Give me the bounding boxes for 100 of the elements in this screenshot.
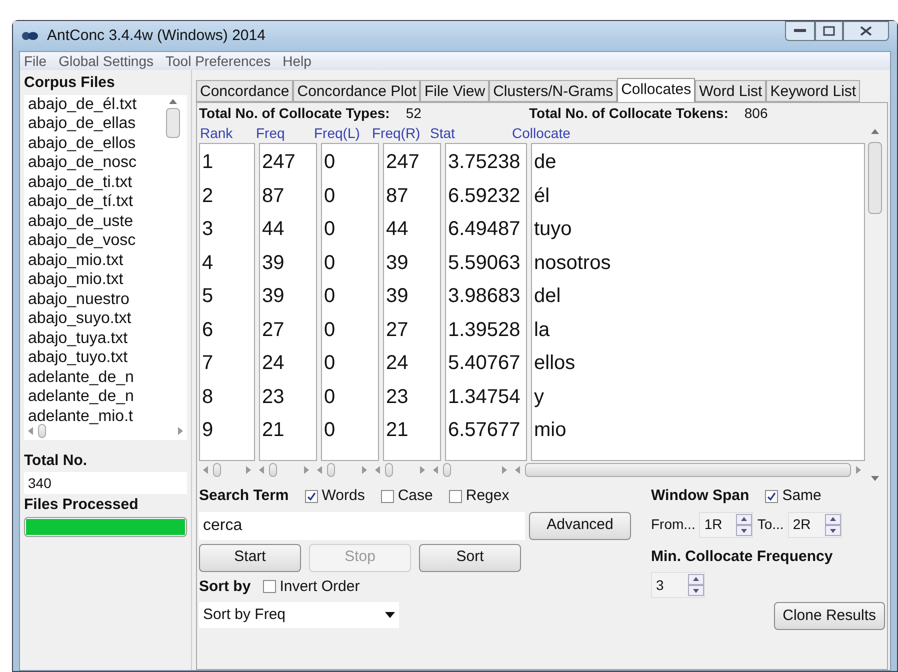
menu-item[interactable]: Tool Preferences <box>166 50 271 72</box>
corpus-file-name[interactable]: abajo_de_ellas <box>24 114 164 134</box>
column-header[interactable]: Freq(R) <box>371 122 429 144</box>
scroll-thumb[interactable] <box>213 463 221 477</box>
corpus-file-name[interactable]: adelante_de_n <box>24 387 164 406</box>
scroll-thumb[interactable] <box>385 463 393 477</box>
sort-dropdown[interactable]: Sort by Freq <box>199 602 399 628</box>
scroll-left-icon[interactable] <box>515 466 521 474</box>
close-icon <box>860 26 872 36</box>
table-cell-text: 87 <box>385 184 410 208</box>
table-cell-text: 2 <box>201 184 214 208</box>
spinner-arrows-icon[interactable] <box>824 514 841 536</box>
corpus-file-name[interactable]: abajo_mio.txt <box>24 250 164 270</box>
scroll-up-icon[interactable] <box>169 98 177 104</box>
advanced-button[interactable]: Advanced <box>529 512 631 540</box>
checkbox[interactable] <box>765 490 778 503</box>
checkbox[interactable] <box>448 490 462 503</box>
scroll-left-icon[interactable] <box>28 426 34 434</box>
scroll-right-icon[interactable] <box>245 466 251 474</box>
column-header[interactable]: Stat <box>429 122 511 144</box>
table-cell-text: 23 <box>385 384 410 410</box>
scroll-left-icon[interactable] <box>317 466 323 474</box>
tab[interactable]: Concordance Plot <box>293 80 420 102</box>
corpus-file-name[interactable]: abajo_tuya.txt <box>24 328 164 348</box>
tab[interactable]: Collocates <box>617 78 696 102</box>
column-header[interactable]: Freq <box>255 122 313 144</box>
minimize-button[interactable] <box>785 21 815 41</box>
menu-item[interactable]: File <box>24 50 47 72</box>
checkbox-option[interactable]: Words <box>304 485 365 508</box>
summary-label: Total No. of Collocate Types: <box>199 104 390 123</box>
tab[interactable]: Concordance <box>196 80 294 102</box>
scroll-up-icon[interactable] <box>871 129 879 134</box>
corpus-file-name[interactable]: abajo_suyo.txt <box>24 309 164 328</box>
table-cell-text: 21 <box>261 418 286 443</box>
table-cell-text: 6 <box>201 318 214 342</box>
invert-order-option[interactable]: Invert Order <box>262 576 360 598</box>
corpus-file-name[interactable]: abajo_tuyo.txt <box>24 348 164 368</box>
corpus-file-name[interactable]: abajo_nuestro <box>24 290 164 309</box>
tab[interactable]: File View <box>420 80 490 102</box>
corpus-file-name[interactable]: abajo_de_él.txt <box>24 94 164 114</box>
corpus-file-name[interactable]: abajo_de_ellos <box>24 134 164 153</box>
ant-logo-icon <box>21 29 39 43</box>
scroll-right-icon[interactable] <box>419 466 425 474</box>
scroll-right-icon[interactable] <box>361 466 367 474</box>
corpus-file-name[interactable]: abajo_de_nosc <box>24 153 164 172</box>
scroll-right-icon[interactable] <box>501 466 507 474</box>
checkbox[interactable] <box>380 490 394 503</box>
clone-results-button[interactable]: Clone Results <box>774 602 885 630</box>
checkbox[interactable] <box>304 490 318 503</box>
scroll-right-icon[interactable] <box>303 466 309 474</box>
scroll-left-icon[interactable] <box>259 466 265 474</box>
scroll-thumb[interactable] <box>868 142 882 214</box>
spinner-arrows-icon[interactable] <box>688 574 704 596</box>
from-spinner[interactable]: 1R <box>699 512 754 538</box>
scroll-thumb[interactable] <box>38 424 46 438</box>
scroll-thumb[interactable] <box>269 463 277 477</box>
column-header[interactable]: Collocate <box>511 122 865 144</box>
scroll-left-icon[interactable] <box>203 466 209 474</box>
checkbox-option[interactable]: Regex <box>448 485 510 508</box>
scroll-left-icon[interactable] <box>375 466 381 474</box>
scroll-right-icon[interactable] <box>177 426 183 434</box>
table-cell-text: y <box>533 384 545 410</box>
to-spinner[interactable]: 2R <box>788 512 842 538</box>
scroll-thumb[interactable] <box>327 463 335 477</box>
table-cell-text: la <box>533 318 551 342</box>
tab[interactable]: Clusters/N-Grams <box>489 80 618 102</box>
corpus-file-name[interactable]: abajo_de_uste <box>24 212 164 231</box>
action-button[interactable]: Start <box>199 544 301 572</box>
checkbox[interactable] <box>262 580 276 594</box>
corpus-file-name[interactable]: abajo_de_tí.txt <box>24 192 164 212</box>
corpus-file-name[interactable]: adelante_de_n <box>24 368 164 387</box>
corpus-file-name[interactable]: abajo_mio.txt <box>24 270 164 290</box>
scroll-down-icon[interactable] <box>871 476 879 481</box>
spinner-arrows-icon[interactable] <box>736 514 752 536</box>
scroll-left-icon[interactable] <box>433 466 439 474</box>
search-field[interactable]: cerca <box>199 512 525 540</box>
scroll-thumb[interactable] <box>525 463 851 477</box>
close-button[interactable] <box>843 21 889 41</box>
scroll-right-icon[interactable] <box>855 466 861 474</box>
table-cell-text: 247 <box>261 150 296 175</box>
caret-icon <box>385 612 395 618</box>
maximize-button[interactable] <box>815 21 843 41</box>
scroll-thumb[interactable] <box>443 463 451 477</box>
action-button[interactable]: Sort <box>419 544 521 572</box>
corpus-file-name[interactable]: adelante_mio.t <box>24 406 164 426</box>
tab[interactable]: Word List <box>695 80 766 102</box>
checkbox-option[interactable]: Case <box>380 485 433 508</box>
menu-item[interactable]: Global Settings <box>58 50 154 72</box>
same-option[interactable]: Same <box>765 485 822 508</box>
corpus-file-name[interactable]: abajo_de_vosc <box>24 231 164 250</box>
min-frequency-spinner[interactable]: 3 <box>651 572 705 598</box>
table-cell-text: 39 <box>385 250 410 276</box>
tab[interactable]: Keyword List <box>766 80 860 102</box>
menu-item[interactable]: Help <box>282 50 312 72</box>
table-cell-text: 1 <box>201 150 214 175</box>
column-header[interactable]: Rank <box>199 122 255 144</box>
minimize-icon <box>794 29 806 33</box>
column-header[interactable]: Freq(L) <box>313 122 371 144</box>
corpus-file-name[interactable]: abajo_de_ti.txt <box>24 172 164 192</box>
scroll-thumb[interactable] <box>166 108 180 138</box>
